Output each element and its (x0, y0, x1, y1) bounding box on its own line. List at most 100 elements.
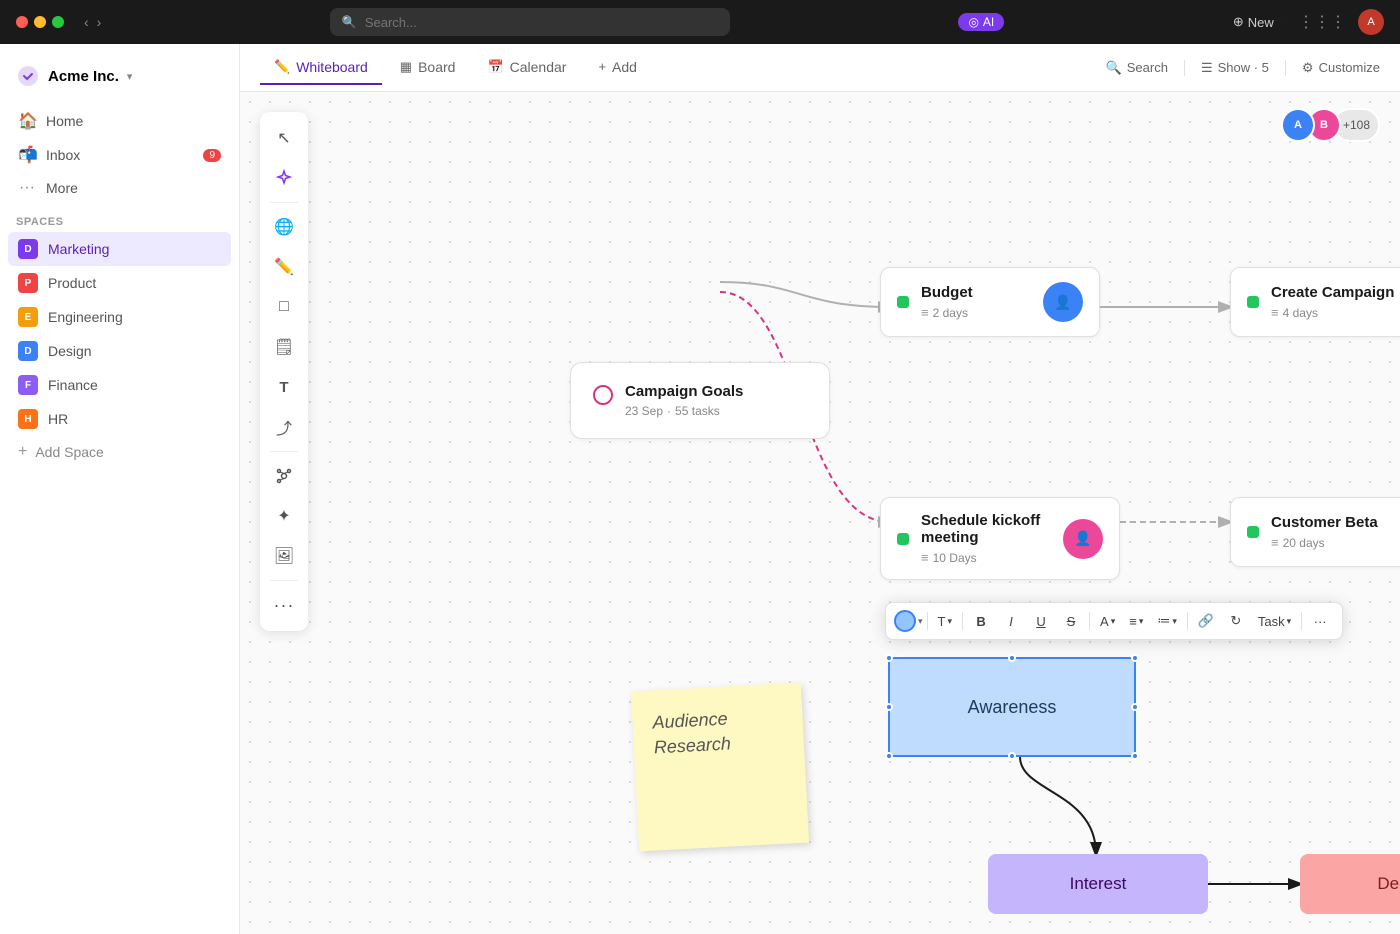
sidebar-item-more[interactable]: ··· More (8, 172, 231, 204)
create-campaign-days: 4 days (1283, 306, 1318, 320)
sticky-note[interactable]: Audience Research (631, 683, 809, 852)
handle-mr[interactable] (1131, 703, 1139, 711)
format-toolbar: ▾ T ▾ B I U S A ▾ ≡ ▾ ≔ ▾ 🔗 ↻ Task ▾ (885, 602, 1343, 640)
more-format-button[interactable]: ··· (1306, 607, 1334, 635)
list-dropdown[interactable]: ≔ ▾ (1151, 611, 1183, 631)
sidebar-item-product[interactable]: P Product (8, 266, 231, 300)
sidebar-nav: 🏠 Home 📬 Inbox 9 ··· More (0, 104, 239, 204)
create-campaign-card[interactable]: Create Campaign ≡ 4 days 👤 (1230, 267, 1400, 337)
sidebar-item-label: More (46, 180, 78, 196)
handle-bc[interactable] (1008, 752, 1016, 760)
arrows-layer (240, 92, 1400, 934)
calendar-tab-icon: 📅 (487, 59, 503, 75)
new-button[interactable]: ⊕ New (1233, 14, 1274, 30)
brand[interactable]: Acme Inc. ▾ (0, 56, 239, 104)
sparkle-tool[interactable]: ✦ (266, 498, 302, 534)
design-dot: D (18, 341, 38, 361)
shape-tool[interactable]: □ (266, 289, 302, 325)
main-layout: Acme Inc. ▾ 🏠 Home 📬 Inbox 9 ··· More Sp… (0, 44, 1400, 934)
campaign-goals-card[interactable]: Campaign Goals 23 Sep · 55 tasks (570, 362, 830, 439)
brand-logo (16, 64, 40, 88)
sidebar-item-label: Inbox (46, 147, 80, 163)
whiteboard-toolbar: ↖ 🌐 ✏️ □ 🗒 T ⤴ ✦ 🖼 ··· (260, 112, 308, 631)
underline-button[interactable]: U (1027, 607, 1055, 635)
sticky-tool[interactable]: 🗒 (266, 329, 302, 365)
sticky-note-text: Audience Research (652, 704, 784, 761)
campaign-goals-tasks: 55 tasks (675, 404, 720, 418)
global-search[interactable]: 🔍 (330, 8, 730, 36)
sidebar-item-inbox[interactable]: 📬 Inbox 9 (8, 138, 231, 172)
more-tools[interactable]: ··· (266, 587, 302, 623)
color-picker[interactable] (894, 610, 916, 632)
awareness-box[interactable]: Awareness (888, 657, 1136, 757)
handle-tc[interactable] (1008, 654, 1016, 662)
sidebar-item-engineering[interactable]: E Engineering (8, 300, 231, 334)
network-tool[interactable] (266, 458, 302, 494)
strikethrough-button[interactable]: S (1057, 607, 1085, 635)
search-action[interactable]: 🔍 Search (1106, 60, 1168, 76)
arrow-tool[interactable]: ⤴ (266, 409, 302, 445)
tab-add[interactable]: + Add (584, 51, 651, 85)
sidebar-item-design[interactable]: D Design (8, 334, 231, 368)
task-dropdown[interactable]: Task ▾ (1252, 612, 1297, 631)
sidebar-item-hr[interactable]: H HR (8, 402, 231, 436)
grid-icon[interactable]: ⋮⋮⋮ (1298, 12, 1346, 32)
handle-bl[interactable] (885, 752, 893, 760)
new-icon: ⊕ (1233, 14, 1244, 30)
sticky-line1: Audience (652, 709, 728, 733)
image-tool[interactable]: 🖼 (266, 538, 302, 574)
divider (270, 202, 298, 203)
globe-tool[interactable]: 🌐 (266, 209, 302, 245)
interest-box[interactable]: Interest (988, 854, 1208, 914)
tab-board[interactable]: ▦ Board (386, 51, 470, 85)
inbox-icon: 📬 (18, 145, 36, 165)
customize-action[interactable]: ⚙ Customize (1302, 60, 1380, 76)
create-campaign-title: Create Campaign (1271, 284, 1400, 301)
decision-box[interactable]: Decision (1300, 854, 1400, 914)
ai-badge[interactable]: ◎ AI (958, 13, 1004, 31)
customer-beta-sub: ≡ 20 days (1271, 535, 1400, 550)
handle-ml[interactable] (885, 703, 893, 711)
text-tool[interactable]: T (266, 369, 302, 405)
schedule-kickoff-card[interactable]: Schedule kickoff meeting ≡ 10 Days 👤 (880, 497, 1120, 580)
nav-arrows: ‹ › (84, 14, 101, 30)
customize-icon: ⚙ (1302, 60, 1314, 76)
font-size-dropdown[interactable]: T ▾ (932, 612, 958, 631)
campaign-goals-sub: 23 Sep · 55 tasks (625, 404, 743, 418)
align-dropdown[interactable]: ≡ ▾ (1123, 612, 1149, 631)
handle-br[interactable] (1131, 752, 1139, 760)
schedule-status (897, 533, 909, 545)
budget-card[interactable]: Budget ≡ 2 days 👤 (880, 267, 1100, 337)
refresh-button[interactable]: ↻ (1222, 607, 1250, 635)
search-input[interactable] (365, 15, 718, 30)
space-label: Design (48, 343, 92, 359)
divider (1089, 612, 1090, 630)
pencil-tool[interactable]: ✏️ (266, 249, 302, 285)
forward-button[interactable]: › (97, 14, 102, 30)
sidebar-item-marketing[interactable]: D Marketing (8, 232, 231, 266)
bold-button[interactable]: B (967, 607, 995, 635)
back-button[interactable]: ‹ (84, 14, 89, 30)
link-button[interactable]: 🔗 (1192, 607, 1220, 635)
handle-tr[interactable] (1131, 654, 1139, 662)
add-space-button[interactable]: + Add Space (0, 436, 239, 468)
show-action[interactable]: ☰ Show · 5 (1201, 60, 1269, 76)
magic-tool[interactable] (266, 160, 302, 196)
tab-whiteboard[interactable]: ✏️ Whiteboard (260, 51, 382, 85)
customer-beta-card[interactable]: Customer Beta ≡ 20 days 👤 (1230, 497, 1400, 567)
handle-tl[interactable] (885, 654, 893, 662)
text-color-dropdown[interactable]: A ▾ (1094, 612, 1121, 631)
sidebar-item-home[interactable]: 🏠 Home (8, 104, 231, 138)
ai-label: AI (983, 15, 994, 29)
divider (1187, 612, 1188, 630)
tab-calendar[interactable]: 📅 Calendar (473, 51, 580, 85)
italic-button[interactable]: I (997, 607, 1025, 635)
awareness-label: Awareness (968, 697, 1057, 718)
select-tool[interactable]: ↖ (266, 120, 302, 156)
whiteboard-canvas[interactable]: ↖ 🌐 ✏️ □ 🗒 T ⤴ ✦ 🖼 ··· (240, 92, 1400, 934)
divider (1285, 60, 1286, 76)
user-avatar[interactable]: A (1358, 9, 1384, 35)
color-dropdown-icon[interactable]: ▾ (918, 616, 923, 627)
traffic-green (52, 16, 64, 28)
sidebar-item-finance[interactable]: F Finance (8, 368, 231, 402)
